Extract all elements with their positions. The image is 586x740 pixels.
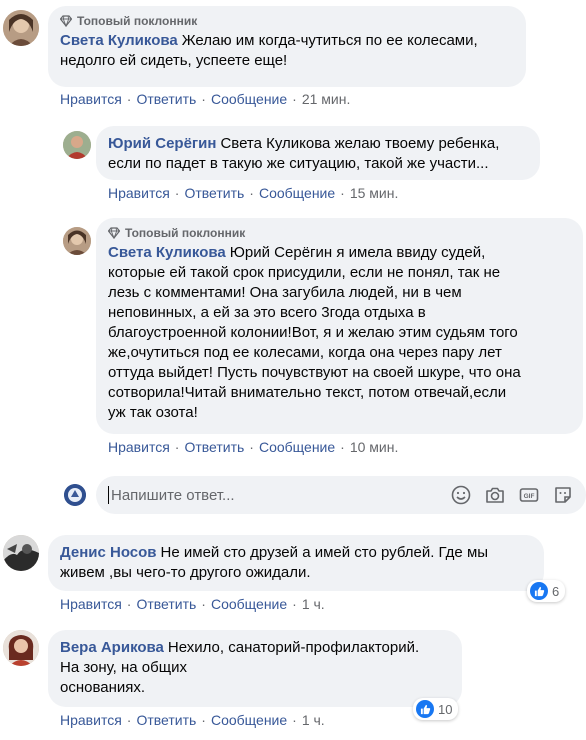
text-line: сотворила!Читай внимательно текст, потом… [108,384,507,401]
author-link[interactable]: Вера Арикова [60,639,164,656]
comment-text: Света Куликова Юрий Серёгин я имела ввиду… [108,243,571,423]
comment-text: Света Куликова Желаю им когда-чутиться по… [60,31,514,71]
like-button[interactable]: Нравится [108,185,170,201]
avatar[interactable] [3,630,39,666]
like-button[interactable]: Нравится [60,91,122,107]
like-icon [530,582,548,600]
text-line: же,очутиться под ее колесами, когда она … [108,344,502,361]
text-line: уж так озота! [108,404,198,421]
text-line: Не имей сто друзей а имей сто рублей. Гд… [160,544,489,561]
text-line: Света Куликова желаю твоему ребенка, [220,135,500,152]
emoji-icon[interactable] [450,484,472,506]
timestamp[interactable]: 10 мин. [350,439,399,455]
comment-bubble: Топовый поклонник Света Куликова Желаю им… [48,6,526,87]
text-line: лезь с комментами! Она загубила людей, н… [108,284,462,301]
text-line: Юрий Серёгин я имела ввиду судей, [229,244,486,261]
gif-icon[interactable]: GIF [518,484,540,506]
comment-actions: Нравится · Ответить · Сообщение · 1 ч. [60,712,325,728]
like-count: 10 [438,701,453,717]
timestamp[interactable]: 1 ч. [302,712,325,728]
reply-button[interactable]: Ответить [136,712,196,728]
text-line: живем ,вы чего-то другого ожидали. [60,564,311,581]
reply-button[interactable]: Ответить [184,439,244,455]
comment-bubble: Топовый поклонник Света Куликова Юрий Сер… [96,218,583,434]
comment-actions: Нравится · Ответить · Сообщение · 21 мин. [60,91,351,107]
like-icon [416,700,434,718]
text-line: На зону, на общих [60,659,187,676]
timestamp[interactable]: 1 ч. [302,596,325,612]
reply-button[interactable]: Ответить [184,185,244,201]
reply-button[interactable]: Ответить [136,596,196,612]
message-button[interactable]: Сообщение [211,91,287,107]
reply-input[interactable] [111,486,431,504]
reaction-count[interactable]: 10 [413,698,459,720]
comment-actions: Нравится · Ответить · Сообщение · 15 мин. [108,185,399,201]
reply-input-box[interactable]: GIF [96,476,586,514]
author-link[interactable]: Юрий Серёгин [108,135,216,152]
author-link[interactable]: Света Куликова [108,244,226,261]
diamond-icon [60,15,72,27]
avatar[interactable] [63,227,91,255]
comment-bubble: Денис Носов Не имей сто друзей а имей сто… [48,535,544,591]
svg-text:GIF: GIF [524,493,535,500]
comment-actions: Нравится · Ответить · Сообщение · 10 мин. [108,439,399,455]
input-toolbar: GIF [450,484,574,506]
top-fan-badge: Топовый поклонник [60,14,514,28]
text-line: неповинных, а ей за это всего 3года отды… [108,304,426,321]
badge-label: Топовый поклонник [125,226,246,240]
message-button[interactable]: Сообщение [259,185,335,201]
camera-icon[interactable] [484,484,506,506]
text-line: если по падет в такую же ситуацию, такой… [108,155,489,172]
reply-button[interactable]: Ответить [136,91,196,107]
text-line: Нехило, санаторий-профилакторий. [167,639,420,656]
like-button[interactable]: Нравится [60,712,122,728]
timestamp[interactable]: 21 мин. [302,91,351,107]
current-user-avatar [64,484,86,506]
top-fan-badge: Топовый поклонник [108,226,571,240]
comment-bubble: Вера Арикова Нехило, санаторий-профилакто… [48,630,462,707]
like-button[interactable]: Нравится [60,596,122,612]
message-button[interactable]: Сообщение [211,712,287,728]
author-link[interactable]: Света Куликова [60,32,178,49]
comment-bubble: Юрий Серёгин Света Куликова желаю твоему … [96,126,540,180]
text-line: благоустроенной колонии!Вот, я и желаю э… [108,324,518,341]
badge-label: Топовый поклонник [77,14,198,28]
comment-text: Юрий Серёгин Света Куликова желаю твоему … [108,134,528,174]
sticker-icon[interactable] [552,484,574,506]
comment-actions: Нравится · Ответить · Сообщение · 1 ч. [60,596,325,612]
avatar[interactable] [3,10,39,46]
text-caret [108,486,109,504]
comment-text: Вера Арикова Нехило, санаторий-профилакто… [60,638,450,698]
like-count: 6 [552,583,560,599]
like-button[interactable]: Нравится [108,439,170,455]
diamond-icon [108,227,120,239]
avatar[interactable] [3,535,39,571]
comment-text: Денис Носов Не имей сто друзей а имей сто… [60,543,532,583]
message-button[interactable]: Сообщение [211,596,287,612]
text-line: Желаю им когда-чутиться по ее колесами, [181,32,478,49]
timestamp[interactable]: 15 мин. [350,185,399,201]
text-line: оттуда выйдет! Пусть почувствуют на свое… [108,364,521,381]
text-line: основаниях. [60,679,146,696]
message-button[interactable]: Сообщение [259,439,335,455]
text-line: недолго ей сидеть, успеете еще! [60,52,288,69]
author-link[interactable]: Денис Носов [60,544,157,561]
text-line: которые ей такой срок присудили, если не… [108,264,501,281]
avatar[interactable] [63,131,91,159]
reaction-count[interactable]: 6 [527,580,566,602]
